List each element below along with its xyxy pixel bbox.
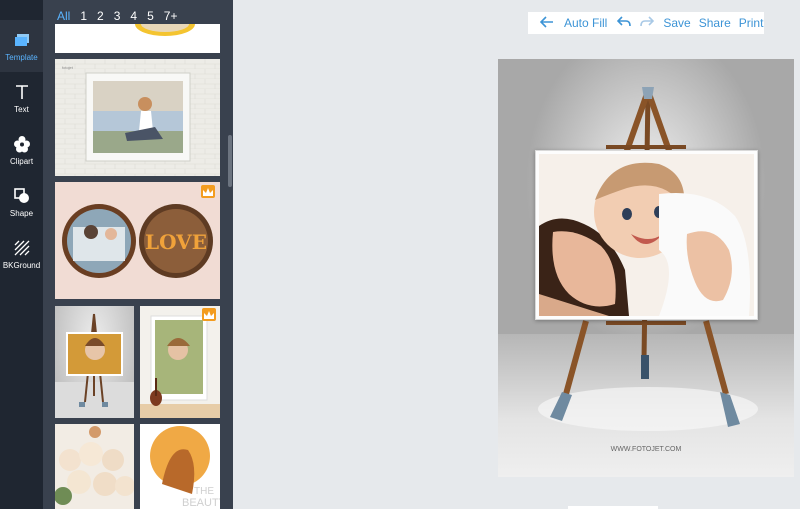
redo-icon [640, 15, 655, 31]
template-thumb-roses[interactable] [55, 424, 134, 509]
background-icon [11, 237, 33, 259]
crown-icon [201, 185, 215, 198]
template-thumb-love-circles[interactable]: LOVE [55, 182, 220, 299]
template-thumb-guitar-frame[interactable] [140, 306, 220, 418]
template-thumb-yellow-frame[interactable] [55, 24, 220, 53]
tool-background[interactable]: BKGround [0, 228, 43, 280]
page-filter-all[interactable]: All [57, 9, 70, 23]
tool-template-label: Template [5, 53, 38, 62]
back-button[interactable] [539, 15, 554, 31]
template-panel: All 1 2 3 4 5 7+ fotojet LOVE THE BEAUT [43, 0, 233, 509]
tool-shape[interactable]: Shape [0, 176, 43, 228]
undo-icon [617, 15, 632, 31]
panel-scrollbar[interactable] [228, 135, 232, 187]
clipart-icon [11, 133, 33, 155]
page-filter-2[interactable]: 2 [97, 9, 104, 23]
template-thumb-brick-wall-frame[interactable]: fotojet [55, 59, 220, 176]
canvas-watermark: WWW.FOTOJET.COM [610, 446, 682, 453]
tool-text-label: Text [14, 105, 29, 114]
template-thumb-the-beauty[interactable]: THE BEAUTY [140, 424, 220, 509]
tool-rail: Template Text Clipart Shape BKGround [0, 0, 43, 509]
page-filter-5[interactable]: 5 [147, 9, 154, 23]
love-text: LOVE [145, 230, 207, 254]
print-button[interactable]: Print [739, 16, 764, 30]
share-button[interactable]: Share [699, 16, 731, 30]
crown-icon [202, 308, 216, 321]
save-button[interactable]: Save [663, 16, 690, 30]
page-filter-1[interactable]: 1 [80, 9, 87, 23]
tool-shape-label: Shape [9, 209, 34, 218]
tool-template[interactable]: Template [0, 20, 43, 72]
tool-text[interactable]: Text [0, 72, 43, 124]
undo-button[interactable] [617, 15, 632, 31]
page-filter-3[interactable]: 3 [114, 9, 121, 23]
beauty-text-line1: THE [194, 486, 214, 497]
page-filter-7plus[interactable]: 7+ [164, 9, 178, 23]
top-toolbar: Auto Fill Save Share Print [528, 12, 764, 34]
auto-fill-button[interactable]: Auto Fill [564, 16, 607, 30]
template-thumb-easel[interactable] [55, 306, 134, 418]
arrow-left-icon [539, 15, 554, 31]
tool-background-label: BKGround [2, 261, 41, 270]
page-filter-4[interactable]: 4 [130, 9, 137, 23]
template-icon [11, 29, 33, 51]
design-canvas[interactable]: WWW.FOTOJET.COM [498, 59, 794, 477]
beauty-text-line2: BEAUTY [182, 497, 220, 509]
family-photo [539, 154, 754, 316]
redo-button[interactable] [640, 15, 655, 31]
shape-icon [11, 185, 33, 207]
tool-clipart[interactable]: Clipart [0, 124, 43, 176]
page-filter: All 1 2 3 4 5 7+ [57, 9, 187, 23]
tool-clipart-label: Clipart [9, 157, 34, 166]
text-icon [11, 81, 33, 103]
brick-frame-brand: fotojet [62, 65, 73, 70]
photo-frame[interactable] [535, 150, 758, 320]
